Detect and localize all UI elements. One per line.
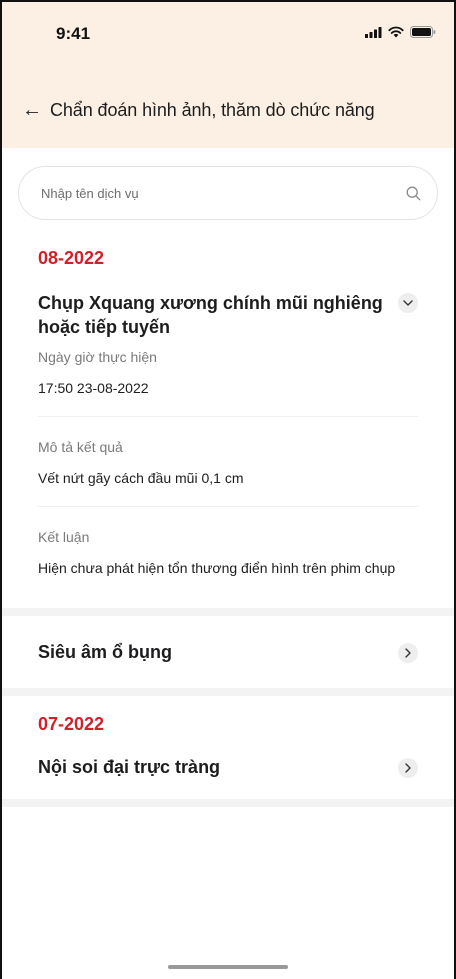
section-divider [2, 688, 454, 696]
detail-label: Kết luận [38, 529, 90, 545]
detail-value: Vết nứt gãy cách đầu mũi 0,1 cm [38, 470, 244, 486]
expanded-service-item: Chụp Xquang xương chính mũi nghiêng hoặc… [18, 291, 438, 608]
service-title: Nội soi đại trực tràng [38, 756, 221, 777]
search-input[interactable] [41, 185, 406, 201]
chevron-down-icon [403, 300, 413, 306]
status-icons [365, 26, 436, 38]
signal-icon [365, 26, 382, 38]
main-content: 08-2022 Chụp Xquang xương chính mũi nghi… [2, 166, 454, 807]
chevron-right-icon [405, 763, 411, 773]
battery-icon [410, 26, 436, 38]
detail-execution-time: Ngày giờ thực hiện 17:50 23-08-2022 [38, 349, 418, 417]
detail-value: Hiện chưa phát hiện tổn thương điển hình… [38, 560, 396, 576]
detail-conclusion: Kết luận Hiện chưa phát hiện tổn thương … [38, 507, 418, 608]
detail-label: Ngày giờ thực hiện [38, 349, 157, 365]
service-row[interactable]: Siêu âm ổ bụng [18, 616, 438, 688]
collapse-button[interactable] [398, 293, 418, 313]
month-heading: 08-2022 [38, 248, 105, 268]
detail-result-description: Mô tả kết quả Vết nứt gãy cách đầu mũi 0… [38, 417, 418, 507]
expand-button[interactable] [398, 758, 418, 778]
section-divider [2, 608, 454, 616]
month-heading: 07-2022 [38, 714, 105, 734]
section-divider [2, 799, 454, 807]
back-arrow-icon[interactable]: ← [22, 100, 42, 120]
search-box[interactable] [18, 166, 438, 220]
service-title: Chụp Xquang xương chính mũi nghiêng hoặc… [38, 293, 383, 337]
status-time: 9:41 [56, 24, 91, 43]
search-icon[interactable] [406, 186, 421, 201]
phone-screen: 9:41 ← Chẩn đoán hình ảnh, thăm dò chức … [0, 0, 456, 979]
header-area: 9:41 ← Chẩn đoán hình ảnh, thăm dò chức … [2, 2, 454, 148]
home-indicator [168, 965, 288, 969]
expand-button[interactable] [398, 643, 418, 663]
wifi-icon [388, 26, 404, 38]
service-title: Siêu âm ổ bụng [38, 641, 173, 662]
service-row[interactable]: Nội soi đại trực tràng [18, 735, 438, 799]
chevron-right-icon [405, 648, 411, 658]
nav-bar: ← Chẩn đoán hình ảnh, thăm dò chức năng [2, 72, 454, 148]
service-item-header[interactable]: Chụp Xquang xương chính mũi nghiêng hoặc… [38, 291, 418, 339]
detail-label: Mô tả kết quả [38, 439, 123, 455]
status-bar: 9:41 [2, 2, 454, 72]
page-title: Chẩn đoán hình ảnh, thăm dò chức năng [50, 99, 375, 120]
detail-value: 17:50 23-08-2022 [38, 380, 149, 396]
